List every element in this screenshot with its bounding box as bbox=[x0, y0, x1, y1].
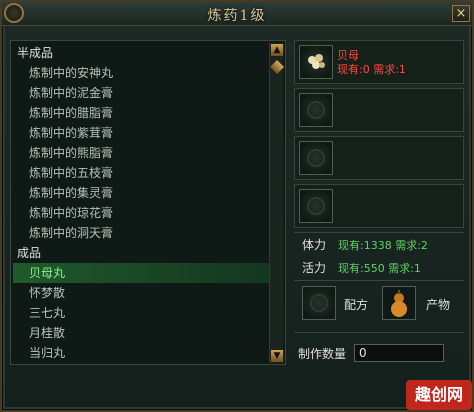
recipe-item[interactable]: 炼制中的腊脂膏 bbox=[13, 103, 271, 123]
recipe-list: 半成品炼制中的安神丸 炼制中的泥金膏 炼制中的腊脂膏 炼制中的紫茸膏 炼制中的熊脂膏 炼制… bbox=[13, 43, 271, 363]
recipe-item[interactable]: 炼制中的安神丸 bbox=[13, 63, 271, 83]
recipe-item[interactable]: 炼制中的泥金膏 bbox=[13, 83, 271, 103]
product-slot[interactable] bbox=[382, 286, 416, 320]
empty-slot-icon bbox=[299, 93, 333, 127]
scrollbar[interactable]: ▲ ▼ bbox=[268, 43, 286, 363]
recipe-item[interactable]: 炼制中的集灵膏 bbox=[13, 183, 271, 203]
recipe-item[interactable]: 三七丸 bbox=[13, 303, 271, 323]
scroll-up-icon[interactable]: ▲ bbox=[270, 43, 284, 57]
recipe-item[interactable]: 炼制中的熊脂膏 bbox=[13, 143, 271, 163]
close-button[interactable]: × bbox=[452, 5, 470, 22]
watermark-logo: 趣创网 bbox=[406, 380, 472, 410]
empty-slot-icon bbox=[299, 141, 333, 175]
recipe-item[interactable]: 怀梦散 bbox=[13, 283, 271, 303]
product-label: 产物 bbox=[426, 298, 451, 312]
divider bbox=[294, 280, 464, 281]
vitality-label: 活力 bbox=[302, 261, 327, 275]
category-header: 半成品 bbox=[17, 46, 54, 60]
stamina-value: 现有:1338 需求:2 bbox=[338, 239, 428, 252]
title-bar: 炼药1级 × bbox=[2, 2, 472, 26]
quantity-label: 制作数量 bbox=[298, 347, 347, 361]
scroll-down-icon[interactable]: ▼ bbox=[270, 349, 284, 363]
divider bbox=[294, 332, 464, 333]
formula-label: 配方 bbox=[344, 298, 369, 312]
category-header: 成品 bbox=[17, 246, 42, 260]
empty-slot-icon bbox=[299, 189, 333, 223]
divider bbox=[294, 232, 464, 233]
crafting-window: 炼药1级 × 半成品炼制中的安神丸 炼制中的泥金膏 炼制中的腊脂膏 炼制中的紫茸膏 炼制… bbox=[0, 0, 474, 412]
ingredient-slot-2[interactable] bbox=[294, 88, 464, 132]
ingredient-slot-1[interactable]: 贝母 现有:0 需求:1 bbox=[294, 40, 464, 84]
recipe-item[interactable]: 炼制中的五枝膏 bbox=[13, 163, 271, 183]
ingredient-slot-3[interactable] bbox=[294, 136, 464, 180]
gourd-icon bbox=[391, 290, 407, 317]
scroll-thumb[interactable] bbox=[268, 58, 286, 76]
recipe-item[interactable]: 当归丸 bbox=[13, 343, 271, 363]
ingredient-count: 现有:0 需求:1 bbox=[337, 63, 406, 76]
recipe-list-panel: 半成品炼制中的安神丸 炼制中的泥金膏 炼制中的腊脂膏 炼制中的紫茸膏 炼制中的熊脂膏 炼制… bbox=[10, 40, 286, 365]
recipe-item[interactable]: 贝母丸 bbox=[13, 263, 271, 283]
recipe-item[interactable]: 月桂散 bbox=[13, 323, 271, 343]
recipe-item[interactable]: 炼制中的琼花膏 bbox=[13, 203, 271, 223]
window-title: 炼药1级 bbox=[207, 8, 267, 24]
recipe-item[interactable]: 炼制中的洞天膏 bbox=[13, 223, 271, 243]
beimu-item-icon[interactable] bbox=[299, 45, 333, 79]
ingredient-slot-4[interactable] bbox=[294, 184, 464, 228]
vitality-value: 现有:550 需求:1 bbox=[338, 262, 421, 275]
stamina-label: 体力 bbox=[302, 238, 327, 252]
formula-slot[interactable] bbox=[302, 286, 336, 320]
recipe-item[interactable]: 炼制中的紫茸膏 bbox=[13, 123, 271, 143]
quantity-input[interactable]: 0 bbox=[354, 344, 444, 362]
